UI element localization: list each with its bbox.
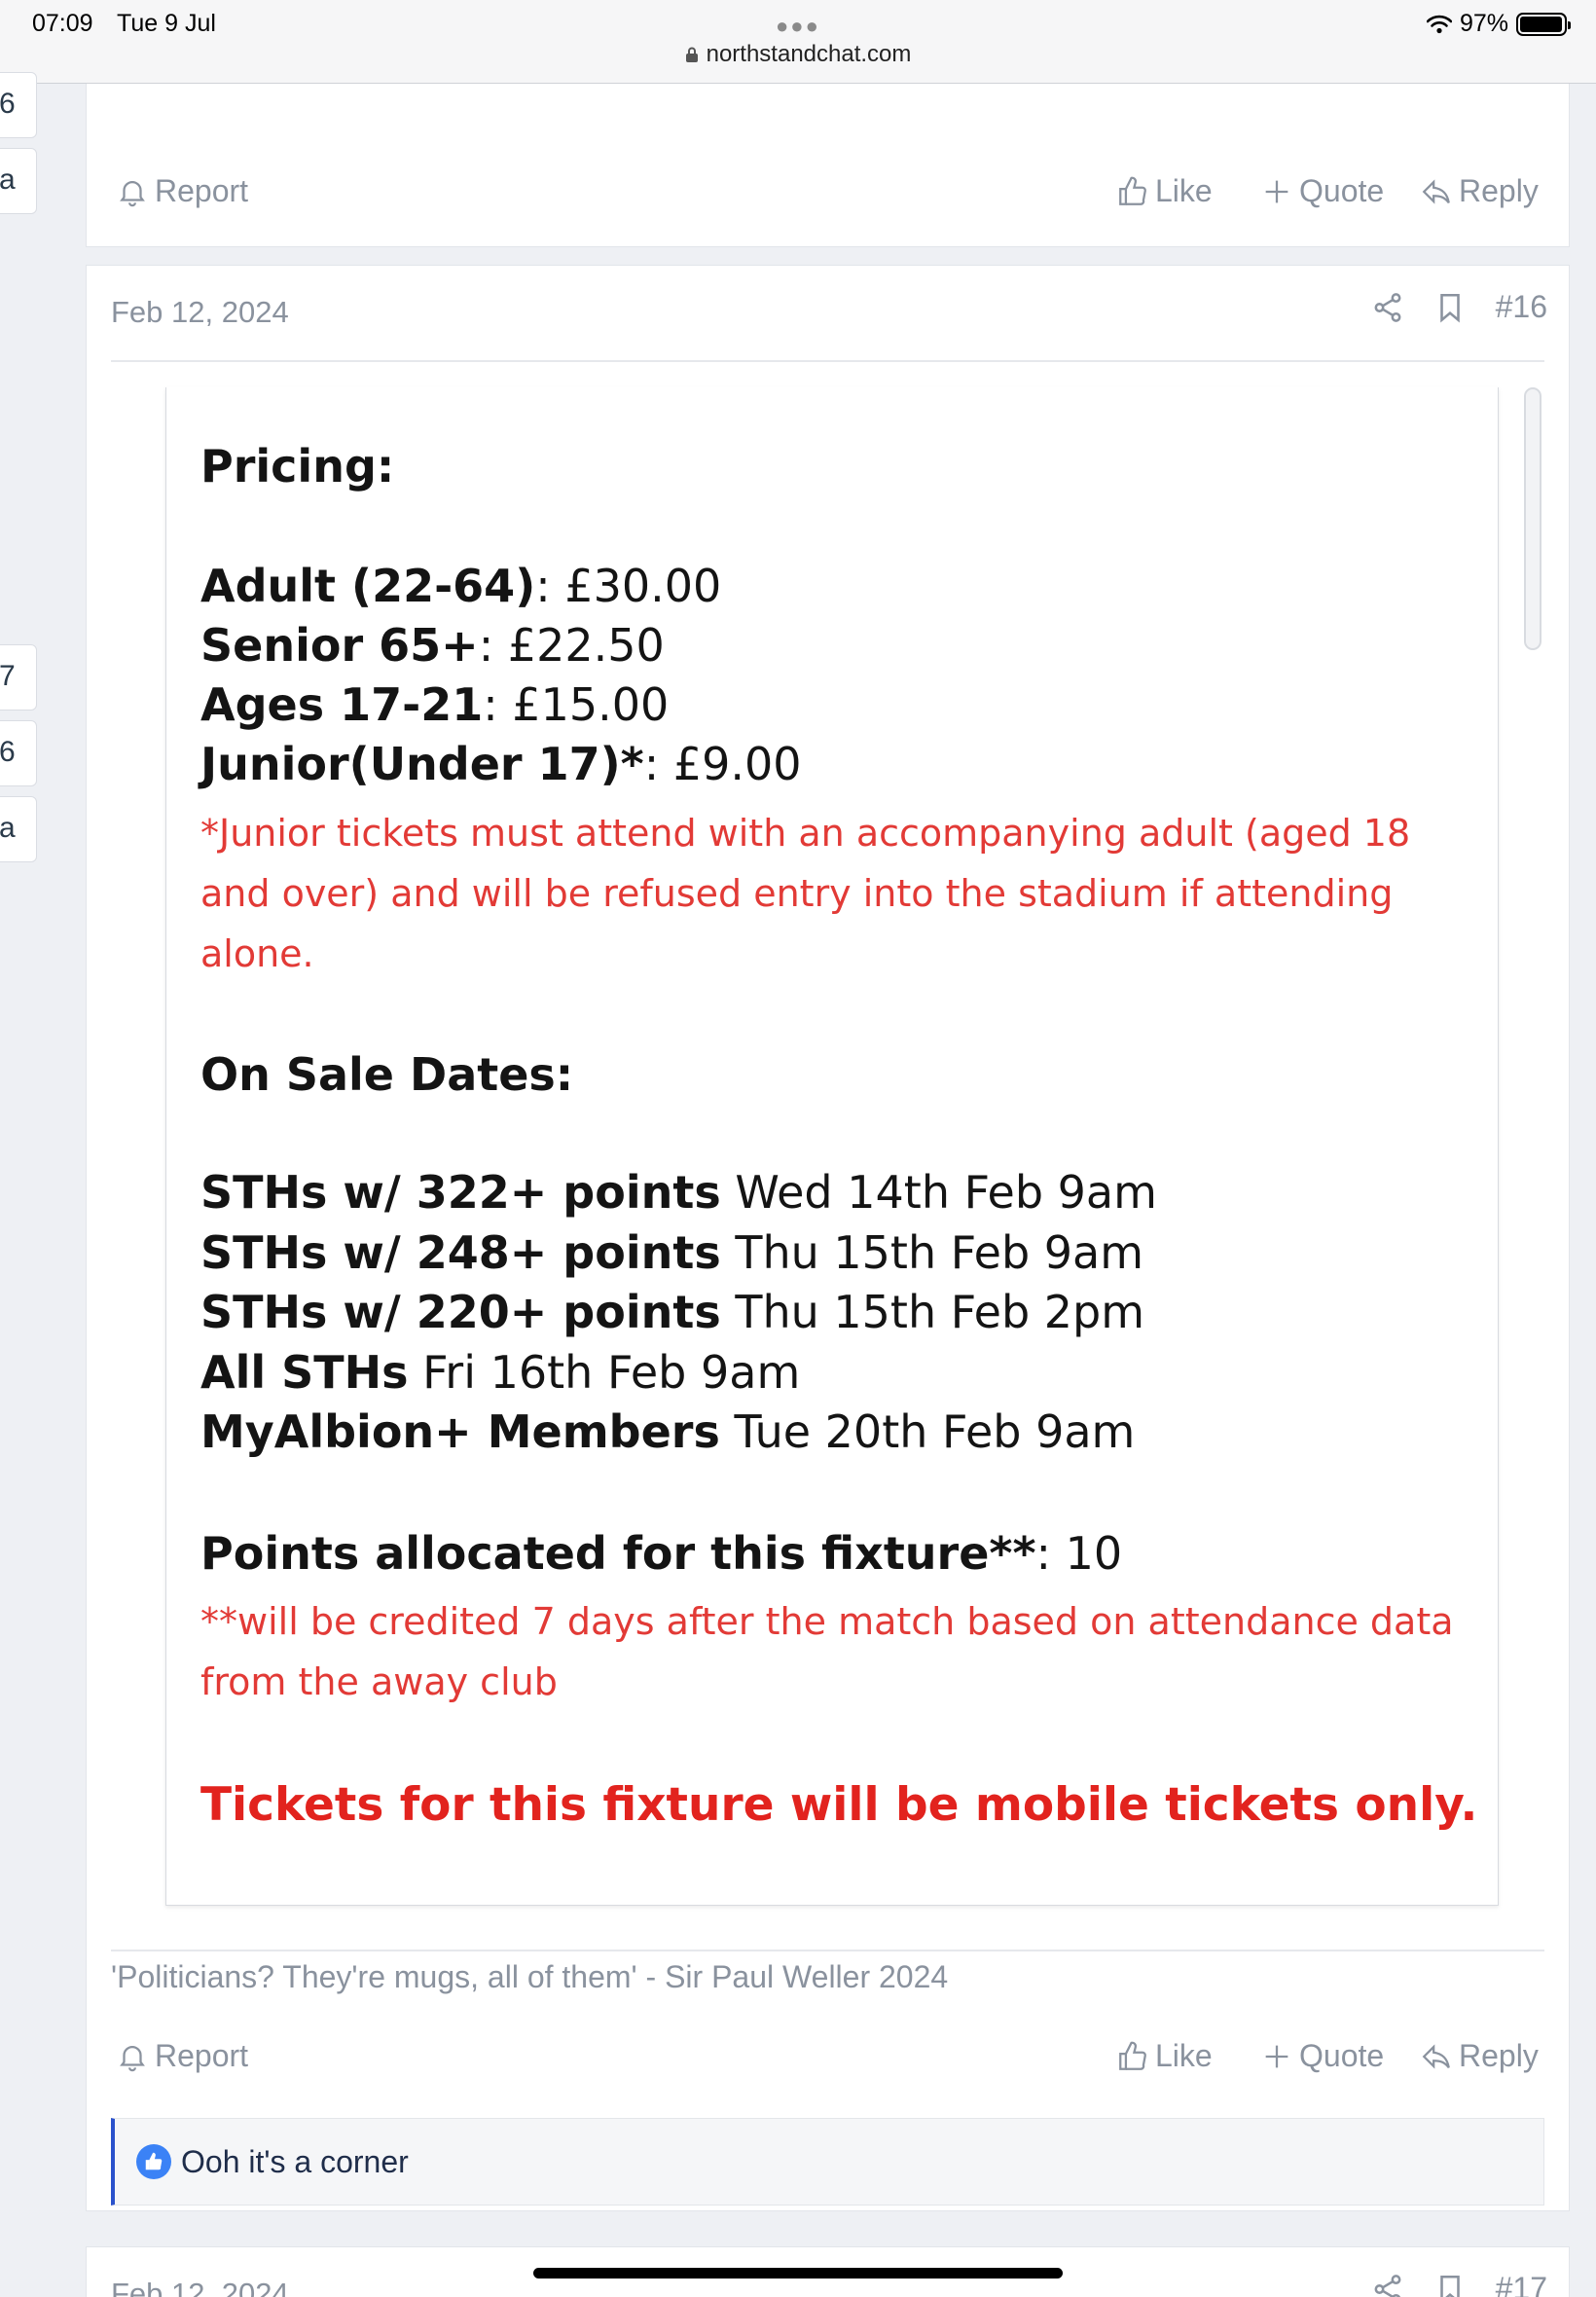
- like-reaction-icon: [136, 2144, 171, 2179]
- reply-icon: [1422, 178, 1450, 204]
- bookmark-icon[interactable]: [1433, 291, 1467, 324]
- report-label: Report: [155, 173, 249, 208]
- status-right: 97%: [1426, 10, 1571, 38]
- report-label: Report: [155, 2038, 249, 2073]
- post-15-footer: Report Like Quote Reply: [86, 84, 1570, 247]
- post-actions: Report Like Quote Reply: [87, 160, 1569, 228]
- bell-icon: [120, 2045, 145, 2071]
- report-button[interactable]: Report: [116, 2038, 248, 2074]
- quote-label: Quote: [1299, 2038, 1385, 2073]
- price-row: Junior(Under 17)*: £9.00: [200, 738, 802, 790]
- thumbs-up-icon: [1119, 2041, 1146, 2070]
- address-bar[interactable]: northstandchat.com: [0, 41, 1596, 68]
- report-button[interactable]: Report: [116, 173, 248, 209]
- post-date[interactable]: Feb 12, 2024: [111, 295, 289, 330]
- battery-percent: 97%: [1459, 10, 1508, 37]
- sale-date-row: All STHs Fri 16th Feb 9am: [200, 1345, 801, 1399]
- plus-icon: [1265, 2045, 1288, 2067]
- share-icon[interactable]: [1371, 291, 1404, 324]
- reply-label: Reply: [1459, 173, 1539, 208]
- quote-button[interactable]: Quote: [1260, 2038, 1384, 2074]
- browser-more-icon[interactable]: ●●●: [776, 14, 820, 39]
- plus-icon: [1265, 180, 1288, 202]
- sale-date-row: STHs w/ 322+ points Wed 14th Feb 9am: [200, 1166, 1157, 1219]
- post-number[interactable]: #16: [1496, 289, 1547, 325]
- sale-dates-list: STHs w/ 322+ points Wed 14th Feb 9am STH…: [200, 1166, 1157, 1466]
- post-actions: Report Like Quote Reply: [87, 2024, 1569, 2093]
- reply-label: Reply: [1459, 2038, 1539, 2073]
- edge-badge[interactable]: 7: [0, 644, 37, 711]
- status-bar: 07:09 Tue 9 Jul ●●● northstandchat.com 9…: [0, 0, 1596, 84]
- image-scrollbar[interactable]: [1524, 387, 1542, 650]
- points-note: **will be credited 7 days after the matc…: [200, 1600, 1454, 1703]
- mobile-tickets-note: Tickets for this fixture will be mobile …: [200, 1778, 1478, 1832]
- wifi-icon: [1426, 15, 1452, 33]
- status-date: Tue 9 Jul: [117, 10, 216, 37]
- post-divider: [111, 360, 1544, 362]
- reaction-bar[interactable]: Ooh it's a corner: [111, 2118, 1544, 2206]
- status-time: 07:09: [32, 10, 93, 37]
- like-button[interactable]: Like: [1116, 173, 1213, 209]
- url-text: northstandchat.com: [706, 41, 912, 67]
- sale-date-row: STHs w/ 248+ points Thu 15th Feb 9am: [200, 1225, 1144, 1279]
- edge-badge[interactable]: a: [0, 148, 37, 214]
- lock-icon: [685, 47, 698, 62]
- post-tools: #16: [1371, 289, 1547, 325]
- home-indicator[interactable]: [533, 2268, 1063, 2279]
- like-label: Like: [1155, 173, 1213, 208]
- bell-icon: [120, 180, 145, 206]
- points-line: Points allocated for this fixture**: 10: [200, 1527, 1123, 1580]
- like-button[interactable]: Like: [1116, 2038, 1213, 2074]
- battery-icon: [1516, 12, 1571, 36]
- post-tools: #17: [1371, 2271, 1547, 2297]
- on-sale-title: On Sale Dates:: [200, 1048, 574, 1101]
- quote-label: Quote: [1299, 173, 1385, 208]
- like-label: Like: [1155, 2038, 1213, 2073]
- sale-date-row: MyAlbion+ Members Tue 20th Feb 9am: [200, 1405, 1136, 1458]
- price-row: Adult (22-64): £30.00: [200, 560, 722, 612]
- on-sale-section: On Sale Dates:: [200, 1048, 573, 1101]
- signature: 'Politicians? They're mugs, all of them'…: [111, 1959, 949, 1994]
- pricing-title: Pricing:: [200, 440, 395, 492]
- edge-badge[interactable]: a: [0, 796, 37, 862]
- reaction-users[interactable]: Ooh it's a corner: [181, 2144, 409, 2180]
- price-row: Senior 65+: £22.50: [200, 619, 665, 672]
- reply-button[interactable]: Reply: [1420, 173, 1539, 209]
- thumbs-up-icon: [1119, 176, 1146, 205]
- edge-badge[interactable]: 6: [0, 72, 37, 138]
- reply-button[interactable]: Reply: [1420, 2038, 1539, 2074]
- post-number[interactable]: #17: [1496, 2271, 1547, 2297]
- sale-date-row: STHs w/ 220+ points Thu 15th Feb 2pm: [200, 1286, 1145, 1338]
- price-list: Adult (22-64): £30.00 Senior 65+: £22.50…: [200, 560, 802, 797]
- junior-note: *Junior tickets must attend with an acco…: [200, 812, 1411, 975]
- post-date[interactable]: Feb 12, 2024: [111, 2277, 289, 2297]
- edge-badge[interactable]: 6: [0, 720, 37, 786]
- bookmark-icon[interactable]: [1433, 2273, 1467, 2297]
- share-icon[interactable]: [1371, 2273, 1404, 2297]
- signature-divider: [111, 1950, 1544, 1951]
- reply-icon: [1422, 2043, 1450, 2069]
- quote-button[interactable]: Quote: [1260, 173, 1384, 209]
- price-row: Ages 17-21: £15.00: [200, 678, 670, 731]
- pricing-content: Pricing:: [200, 440, 394, 492]
